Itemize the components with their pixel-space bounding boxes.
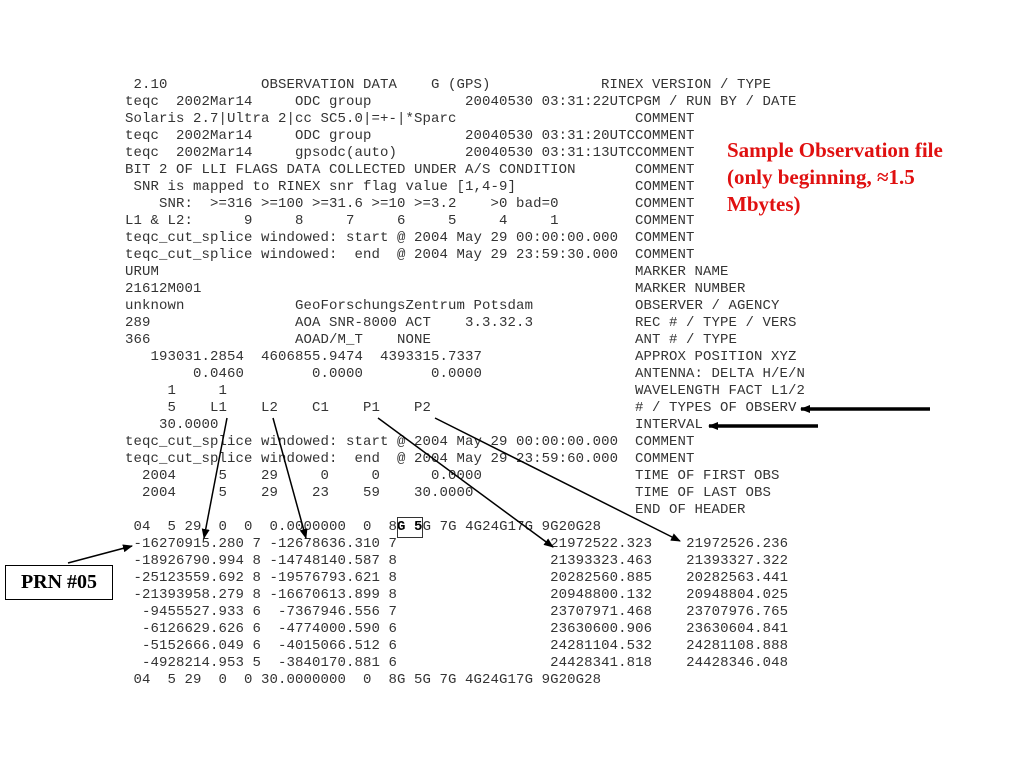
arrow-p1 [377,417,554,548]
arrow-l1 [201,417,228,539]
arrow-l2 [272,417,308,539]
arrow-prn-to-row [67,544,133,564]
annotation-arrows [67,405,930,564]
arrow-p2 [434,417,681,542]
